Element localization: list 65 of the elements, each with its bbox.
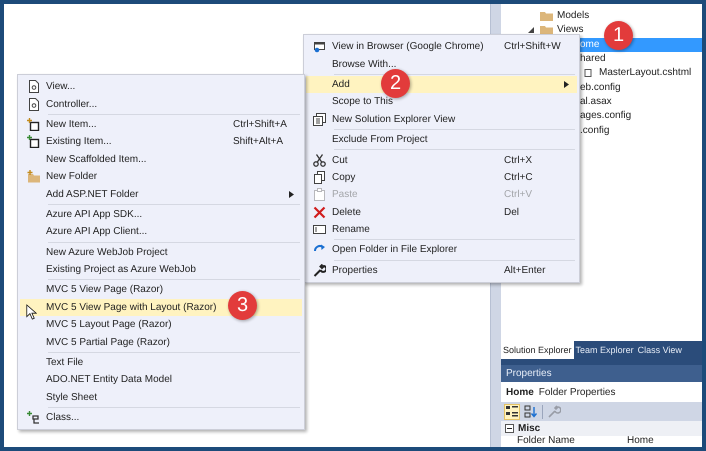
menu-item[interactable]: Properties Alt+Enter (306, 262, 577, 280)
menu-item[interactable]: ADO.NET Entity Data Model (20, 371, 302, 389)
toolbar-button[interactable] (523, 404, 539, 420)
class-icon (26, 411, 40, 424)
panel-tab[interactable]: Class View (636, 341, 684, 359)
tree-item-label: Views (557, 23, 584, 38)
folder-icon (540, 11, 553, 22)
expanded-arrow-icon[interactable] (527, 26, 535, 34)
tree-item-label: MasterLayout.cshtml (599, 66, 692, 80)
tree-item-label: .config (580, 124, 610, 138)
menu-item[interactable]: MVC 5 Partial Page (Razor) (20, 333, 302, 351)
panel-title: Properties (501, 365, 702, 382)
tree-item-label: Models (557, 9, 590, 24)
menu-item[interactable]: Cut Ctrl+X (306, 151, 577, 169)
category-label: Misc (518, 423, 540, 434)
toolbar-button[interactable] (504, 404, 520, 420)
rename-icon (312, 223, 326, 236)
categorized-icon (505, 405, 519, 418)
tree-item-label: eb.config (580, 80, 621, 95)
sort-icon (524, 405, 538, 418)
menu-item[interactable]: Rename (306, 220, 577, 238)
menu-item[interactable]: New Item... Ctrl+Shift+A (20, 116, 302, 134)
property-value: Home (627, 436, 654, 446)
panel-tab[interactable]: Team Explorer (574, 341, 636, 359)
collapse-icon[interactable] (505, 424, 514, 433)
menu-item[interactable]: Delete Del (306, 204, 577, 221)
wrench-icon (312, 264, 326, 277)
menu-item[interactable]: New Azure WebJob Project (20, 244, 302, 261)
menu-item[interactable]: New Scaffolded Item... (20, 150, 302, 168)
menu-item[interactable]: Azure API App Client... (20, 223, 302, 241)
wrench-icon (547, 405, 561, 418)
new-item-icon (26, 118, 40, 131)
tree-item-label: al.asax (580, 94, 612, 109)
menu-item[interactable]: View... (20, 78, 302, 96)
mouse-pointer-icon (26, 304, 37, 320)
menu-item[interactable]: Open Folder in File Explorer (306, 241, 577, 259)
copy-icon (312, 170, 326, 184)
windows-icon (312, 112, 326, 126)
browser-icon (312, 40, 326, 54)
menu-item[interactable]: Controller... (20, 95, 302, 113)
add-item-icon (26, 135, 40, 148)
menu-item[interactable]: Copy Ctrl+C (306, 168, 577, 186)
menu-item[interactable]: Class... (20, 409, 302, 426)
object-name: Home (506, 386, 534, 398)
property-name: Folder Name (516, 436, 576, 446)
panel-tab[interactable]: Solution Explorer (501, 341, 574, 359)
menu-item[interactable]: Add ASP.NET Folder (20, 185, 302, 203)
new-folder-icon (26, 170, 40, 184)
menu-item[interactable]: Existing Item... Shift+Alt+A (20, 133, 302, 151)
menu-item[interactable]: Style Sheet (20, 388, 302, 406)
delete-icon (312, 206, 326, 219)
menu-item[interactable]: New Solution Explorer View (306, 110, 577, 128)
menu-item[interactable]: Existing Project as Azure WebJob (20, 260, 302, 278)
tree-item-label: hared (580, 52, 606, 66)
menu-item[interactable]: Azure API App SDK... (20, 206, 302, 224)
page-icon (26, 98, 40, 111)
tree-item-label: ome (580, 38, 600, 52)
page-icon (26, 80, 40, 94)
menu-item[interactable]: Exclude From Project (306, 130, 577, 148)
menu-item[interactable]: Text File (20, 354, 302, 372)
clipboard-icon (312, 188, 326, 202)
menu-item[interactable]: New Folder (20, 168, 302, 186)
tree-item-label: ages.config (580, 109, 632, 124)
scissors-icon (312, 154, 326, 167)
object-type: Folder Properties (538, 386, 616, 398)
